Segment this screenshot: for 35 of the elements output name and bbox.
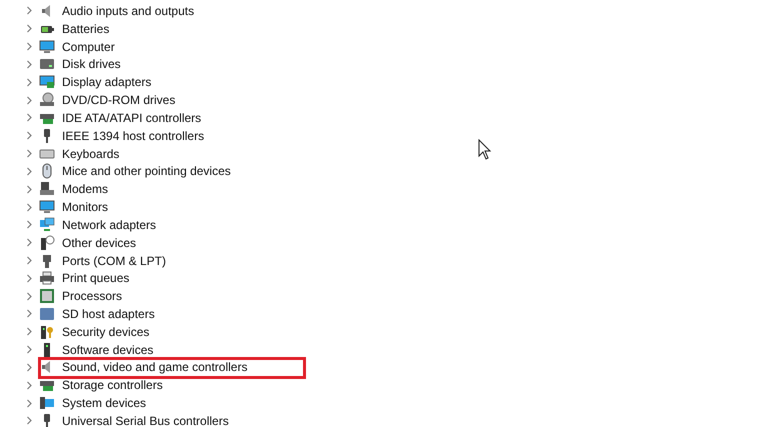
tree-item[interactable]: Audio inputs and outputs	[62, 4, 194, 17]
monitor-icon	[39, 199, 55, 216]
tree-item[interactable]: Software devices	[62, 344, 154, 356]
tree-item[interactable]: SD host adapters	[62, 308, 155, 320]
tree-item[interactable]: Security devices	[62, 326, 150, 338]
tree-item[interactable]: Disk drives	[62, 58, 121, 70]
monitor-icon	[39, 74, 55, 90]
tree-item[interactable]: System devices	[62, 397, 146, 410]
tree-item[interactable]: Display adapters	[62, 76, 152, 88]
tree-item[interactable]: Mice and other pointing devices	[62, 165, 231, 178]
mouse-pointer-icon	[478, 139, 492, 161]
tree-item[interactable]: Network adapters	[62, 218, 156, 231]
tree-item[interactable]: Storage controllers	[62, 379, 163, 392]
tree-item[interactable]: IDE ATA/ATAPI controllers	[62, 112, 202, 124]
tree-item[interactable]: Other devices	[62, 236, 136, 249]
computer-icon	[39, 395, 55, 412]
disc-drive-icon	[39, 92, 55, 108]
chip-icon	[39, 288, 55, 304]
network-icon	[39, 216, 55, 233]
tree-item[interactable]: Modems	[62, 183, 108, 196]
tree-item[interactable]: Ports (COM & LPT)	[62, 254, 166, 266]
tree-item[interactable]: Print queues	[62, 272, 130, 284]
tree-item[interactable]: DVD/CD-ROM drives	[62, 94, 176, 106]
tree-item[interactable]: Keyboards	[62, 148, 120, 160]
modem-icon	[39, 181, 55, 198]
tree-item[interactable]: Universal Serial Bus controllers	[62, 414, 229, 427]
key-device-icon	[39, 324, 55, 340]
tree-item[interactable]: Monitors	[62, 201, 108, 214]
tree-item[interactable]: Computer	[62, 40, 115, 53]
tree-item[interactable]: Sound, video and game controllers	[62, 361, 248, 374]
monitor-icon	[39, 38, 55, 55]
tree-item[interactable]: Batteries	[62, 22, 110, 35]
tree-item[interactable]: IEEE 1394 host controllers	[62, 130, 204, 142]
tree-item[interactable]: Processors	[62, 290, 122, 302]
printer-icon	[39, 270, 55, 286]
